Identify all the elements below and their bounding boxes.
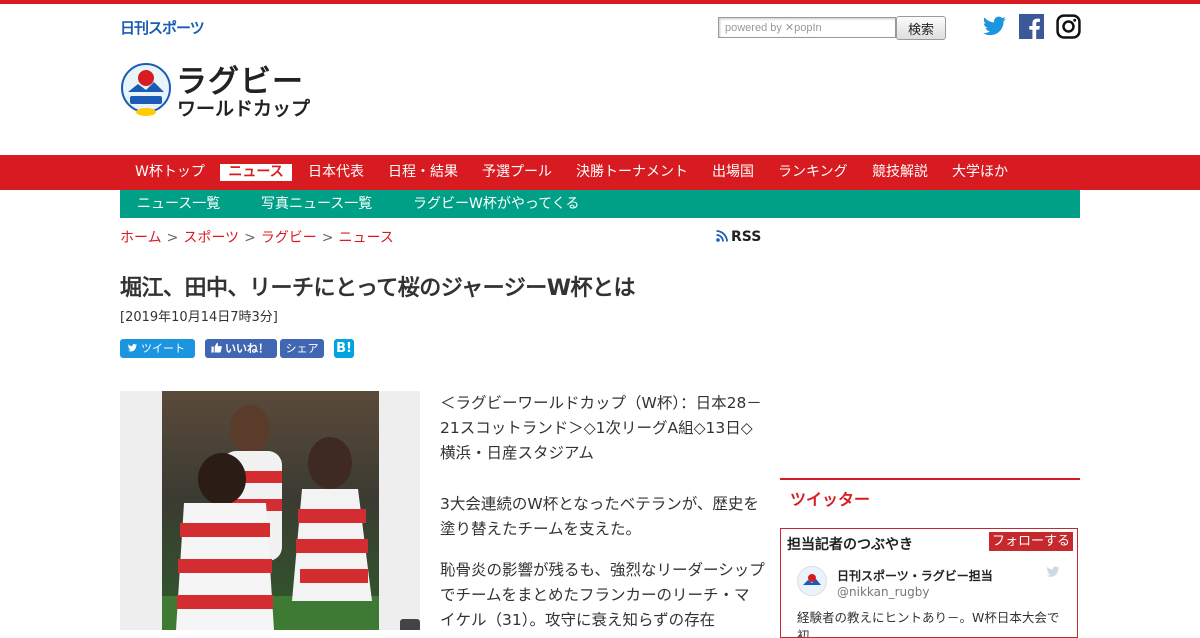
subnav-item-news-list[interactable]: ニュース一覧 — [137, 190, 220, 218]
article-photo[interactable] — [162, 391, 379, 630]
breadcrumb-separator: > — [244, 230, 256, 246]
hatena-bookmark-button[interactable]: B! — [334, 339, 354, 358]
twitter-icon — [983, 16, 1006, 36]
breadcrumb-news[interactable]: ニュース — [339, 230, 394, 246]
nav-item-schedule[interactable]: 日程・結果 — [388, 155, 458, 190]
nav-item-tournament[interactable]: 決勝トーナメント — [576, 155, 688, 190]
facebook-share-button[interactable]: シェア — [280, 339, 324, 358]
article-photo-frame — [120, 391, 420, 630]
account-handle[interactable]: @nikkan_rugby — [837, 585, 929, 599]
facebook-link[interactable] — [1019, 14, 1044, 39]
article-paragraph: ＜ラグビーワールドカップ（W杯）：日本28－21スコットランド＞◇1次リーグA組… — [440, 394, 762, 462]
twitter-widget: 担当記者のつぶやき フォローする 日刊スポーツ・ラグビー担当 @nikkan_r… — [780, 528, 1078, 638]
twitter-link[interactable] — [982, 14, 1007, 39]
twitter-bird-icon — [127, 344, 138, 352]
sub-nav: ニュース一覧 写真ニュース一覧 ラグビーW杯がやってくる — [120, 190, 1080, 218]
instagram-icon — [1056, 14, 1081, 39]
nav-item-news[interactable]: ニュース — [220, 164, 292, 181]
article-paragraph: 3大会連続のW杯となったベテランが、歴史を塗り替えたチームを支えた。 — [440, 495, 759, 538]
rss-link[interactable]: RSS — [716, 229, 761, 245]
twitter-icon[interactable] — [1045, 565, 1061, 579]
widget-title: 担当記者のつぶやき — [787, 537, 913, 553]
sidebar-twitter-heading: ツイッター — [790, 490, 871, 509]
subnav-item-rwc-coming[interactable]: ラグビーW杯がやってくる — [413, 190, 579, 218]
tweet-button[interactable]: ツイート — [120, 339, 195, 358]
nav-item-wc-top[interactable]: W杯トップ — [135, 155, 205, 190]
article-title: 堀江、田中、リーチにとって桜のジャージーW杯とは — [120, 276, 635, 301]
breadcrumb-rugby[interactable]: ラグビー — [261, 230, 317, 246]
top-accent-line — [0, 0, 1200, 4]
follow-button[interactable]: フォローする — [989, 532, 1073, 551]
nav-item-rules[interactable]: 競技解説 — [872, 155, 928, 190]
rss-label: RSS — [731, 229, 762, 245]
search-input[interactable] — [718, 17, 896, 38]
main-nav: W杯トップ ニュース 日本代表 日程・結果 予選プール 決勝トーナメント 出場国… — [0, 155, 1200, 190]
nav-item-japan-team[interactable]: 日本代表 — [308, 155, 364, 190]
nav-item-countries[interactable]: 出場国 — [712, 155, 754, 190]
breadcrumb: ホーム > スポーツ > ラグビー > ニュース — [120, 227, 394, 247]
rugby-emblem-icon — [803, 574, 821, 585]
instagram-link[interactable] — [1056, 14, 1081, 39]
breadcrumb-separator: > — [321, 230, 334, 246]
brand-title-line2: ワールドカップ — [177, 98, 311, 120]
article-date: [2019年10月14日7時3分] — [120, 310, 278, 325]
search-button[interactable]: 検索 — [896, 16, 946, 40]
thumbs-up-icon — [211, 342, 222, 353]
nav-item-ranking[interactable]: ランキング — [778, 155, 848, 190]
rss-icon — [716, 230, 728, 242]
facebook-icon — [1019, 14, 1044, 39]
nav-item-pool[interactable]: 予選プール — [482, 155, 552, 190]
zoom-icon[interactable] — [400, 619, 420, 630]
nikkan-sports-logo[interactable]: 日刊スポーツ — [120, 17, 205, 38]
subnav-item-photo-news[interactable]: 写真ニュース一覧 — [261, 190, 372, 218]
breadcrumb-separator: > — [166, 230, 179, 246]
breadcrumb-sports[interactable]: スポーツ — [183, 230, 239, 246]
breadcrumb-home[interactable]: ホーム — [120, 230, 162, 246]
avatar[interactable] — [797, 566, 827, 596]
article-paragraph: 恥骨炎の影響が残るも、強烈なリーダーシップでチームをまとめたフランカーのリーチ・… — [440, 561, 765, 629]
account-name[interactable]: 日刊スポーツ・ラグビー担当 — [837, 567, 993, 584]
rugby-world-cup-logo[interactable]: ラグビー ワールドカップ — [120, 56, 310, 122]
tweet-label: ツイート — [141, 342, 185, 355]
rugby-emblem-icon — [121, 63, 171, 116]
like-label: いいね！ — [225, 342, 269, 355]
nav-item-university[interactable]: 大学ほか — [952, 155, 1008, 190]
tweet-text: 経験者の教えにヒントあり－。W杯日本大会で初 — [797, 610, 1060, 638]
sidebar-divider — [780, 478, 1080, 480]
facebook-like-button[interactable]: いいね！ — [205, 339, 277, 358]
